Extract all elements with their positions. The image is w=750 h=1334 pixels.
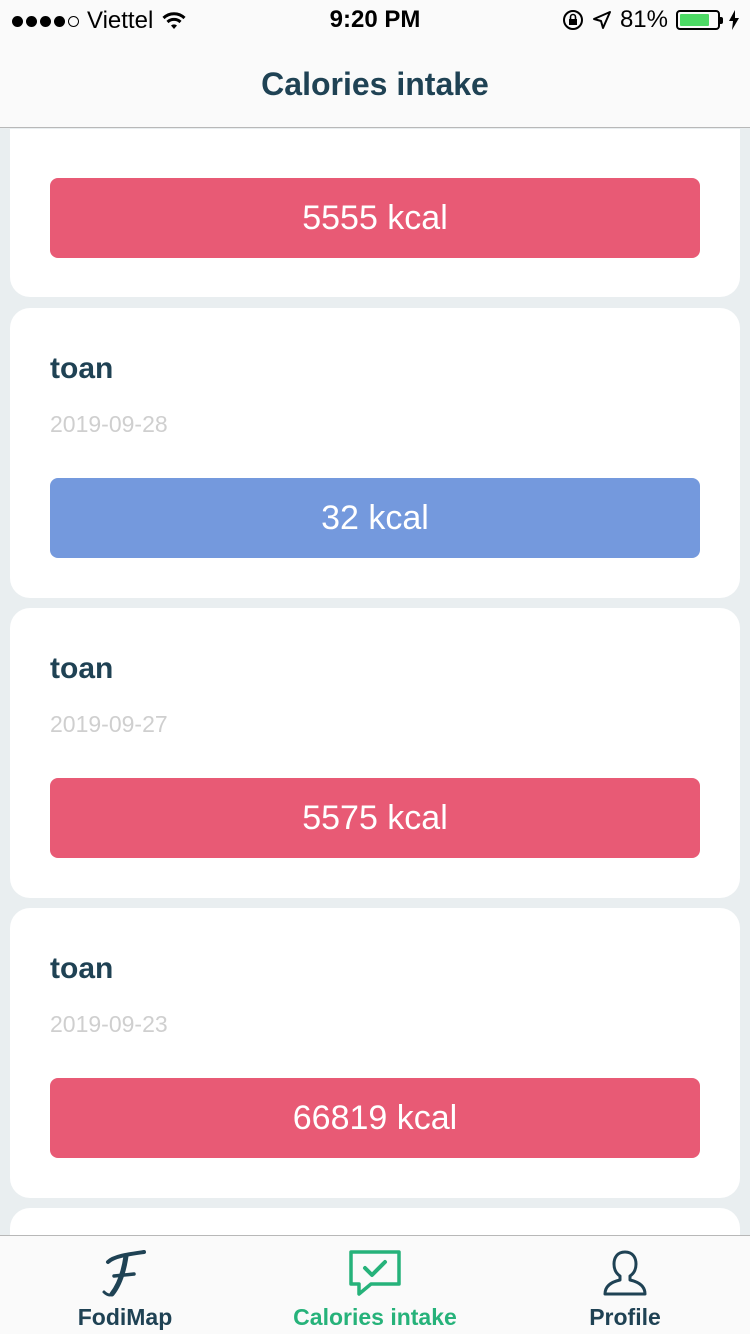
tab-profile[interactable]: Profile <box>500 1236 750 1334</box>
location-arrow-icon <box>592 11 611 29</box>
orientation-lock-icon <box>562 10 583 30</box>
battery-percentage: 81% <box>619 6 668 33</box>
calories-list[interactable]: 5555 kcal toan 2019-09-28 32 kcal toan 2… <box>0 129 750 1235</box>
entry-user-name: toan <box>50 352 114 385</box>
tab-label: FodiMap <box>77 1304 173 1330</box>
person-icon <box>603 1250 647 1296</box>
tab-bar: FodiMap Calories intake Profile <box>0 1235 750 1334</box>
nav-bar: Calories intake <box>0 40 750 128</box>
tab-label: Profile <box>589 1304 661 1330</box>
page-title: Calories intake <box>261 66 489 102</box>
tab-label: Calories intake <box>293 1304 457 1330</box>
status-right: 81% <box>562 6 740 34</box>
entry-user-name: toan <box>50 952 114 985</box>
kcal-badge: 66819 kcal <box>50 1078 700 1158</box>
status-bar: Viettel 9:20 PM 81% <box>0 0 750 40</box>
entry-date: 2019-09-28 <box>50 411 168 437</box>
entry-user-name: toan <box>50 652 114 685</box>
chat-check-icon <box>349 1250 401 1296</box>
calorie-entry-card[interactable]: toan 2019-09-23 66819 kcal <box>10 908 740 1198</box>
entry-date: 2019-09-27 <box>50 711 168 737</box>
kcal-badge: 5555 kcal <box>50 178 700 258</box>
calorie-entry-card[interactable]: toan 2019-09-27 5575 kcal <box>10 608 740 898</box>
battery-icon <box>676 10 723 30</box>
kcal-badge: 32 kcal <box>50 478 700 558</box>
tab-calories-intake[interactable]: Calories intake <box>250 1236 500 1334</box>
kcal-badge: 5575 kcal <box>50 778 700 858</box>
tab-fodimap[interactable]: FodiMap <box>0 1236 250 1334</box>
entry-date: 2019-09-23 <box>50 1011 168 1037</box>
calorie-entry-card[interactable]: 5555 kcal <box>10 129 740 297</box>
calorie-entry-card[interactable] <box>10 1208 740 1235</box>
calorie-entry-card[interactable]: toan 2019-09-28 32 kcal <box>10 308 740 598</box>
charging-bolt-icon <box>729 10 739 30</box>
fodimap-logo-icon <box>102 1250 146 1297</box>
battery-level <box>680 14 710 26</box>
